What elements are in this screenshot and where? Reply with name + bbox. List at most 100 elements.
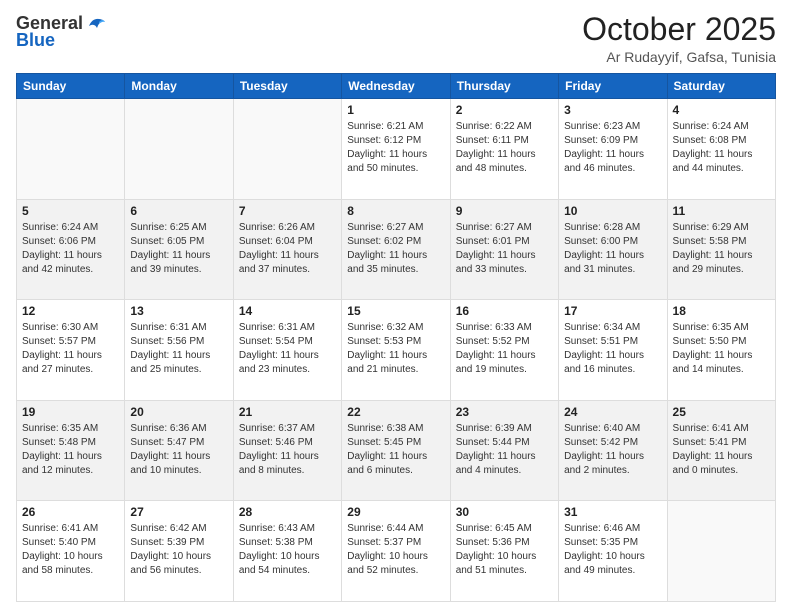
day-number: 15 — [347, 304, 444, 318]
day-number: 6 — [130, 204, 227, 218]
sunrise-info: Sunrise: 6:37 AM — [239, 423, 315, 434]
day-info-continuation: and 19 minutes. — [456, 364, 527, 375]
location-title: Ar Rudayyif, Gafsa, Tunisia — [582, 49, 776, 65]
table-row: 5 Sunrise: 6:24 AMSunset: 6:06 PMDaylight… — [17, 199, 125, 300]
calendar-row: 19 Sunrise: 6:35 AMSunset: 5:48 PMDayligh… — [17, 400, 776, 501]
day-info: Sunrise: 6:24 AMSunset: 6:06 PMDaylight:… — [22, 221, 119, 277]
daylight-hours: Daylight: 11 hours — [564, 451, 644, 462]
day-info: Sunrise: 6:35 AMSunset: 5:48 PMDaylight:… — [22, 422, 119, 478]
sunset-info: Sunset: 6:00 PM — [564, 236, 638, 247]
page: General Blue October 2025 Ar Rudayyif, G… — [0, 0, 792, 612]
table-row: 7 Sunrise: 6:26 AMSunset: 6:04 PMDaylight… — [233, 199, 341, 300]
table-row: 6Sunrise: 6:25 AMSunset: 6:05 PMDaylight… — [125, 199, 233, 300]
day-number: 11 — [673, 204, 770, 218]
day-info: Sunrise: 6:28 AMSunset: 6:00 PMDaylight:… — [564, 221, 661, 277]
daylight-hours: Daylight: 11 hours — [239, 350, 319, 361]
sunset-info: Sunset: 6:08 PM — [673, 135, 747, 146]
day-info: Sunrise: 6:26 AMSunset: 6:04 PMDaylight:… — [239, 221, 336, 277]
daylight-hours: Daylight: 11 hours — [564, 350, 644, 361]
day-number: 5 — [22, 204, 119, 218]
day-info: Sunrise: 6:41 AMSunset: 5:41 PMDaylight:… — [673, 422, 770, 478]
day-info: Sunrise: 6:33 AMSunset: 5:52 PMDaylight:… — [456, 321, 553, 377]
day-number: 19 — [22, 405, 119, 419]
logo-blue-text: Blue — [16, 30, 55, 51]
day-number: 13 — [130, 304, 227, 318]
logo: General Blue — [16, 12, 107, 51]
table-row: 2Sunrise: 6:22 AMSunset: 6:11 PMDaylight… — [450, 99, 558, 200]
table-row: 24Sunrise: 6:40 AMSunset: 5:42 PMDayligh… — [559, 400, 667, 501]
daylight-hours: Daylight: 11 hours — [564, 149, 644, 160]
day-number: 1 — [347, 103, 444, 117]
day-info: Sunrise: 6:38 AMSunset: 5:45 PMDaylight:… — [347, 422, 444, 478]
sunset-info: Sunset: 6:12 PM — [347, 135, 421, 146]
daylight-hours: Daylight: 10 hours — [130, 551, 211, 562]
day-info-continuation: and 49 minutes. — [564, 565, 635, 576]
calendar-table: Sunday Monday Tuesday Wednesday Thursday… — [16, 73, 776, 602]
table-row: 8 Sunrise: 6:27 AMSunset: 6:02 PMDaylight… — [342, 199, 450, 300]
day-number: 7 — [239, 204, 336, 218]
table-row: 30Sunrise: 6:45 AMSunset: 5:36 PMDayligh… — [450, 501, 558, 602]
table-row: 25Sunrise: 6:41 AMSunset: 5:41 PMDayligh… — [667, 400, 775, 501]
sunrise-info: Sunrise: 6:27 AM — [456, 222, 532, 233]
sunset-info: Sunset: 5:37 PM — [347, 537, 421, 548]
sunrise-info: Sunrise: 6:29 AM — [673, 222, 749, 233]
sunrise-info: Sunrise: 6:39 AM — [456, 423, 532, 434]
day-info: Sunrise: 6:23 AMSunset: 6:09 PMDaylight:… — [564, 120, 661, 176]
daylight-hours: Daylight: 11 hours — [239, 451, 319, 462]
table-row: 31Sunrise: 6:46 AMSunset: 5:35 PMDayligh… — [559, 501, 667, 602]
sunrise-info: Sunrise: 6:46 AM — [564, 523, 640, 534]
table-row: 23Sunrise: 6:39 AMSunset: 5:44 PMDayligh… — [450, 400, 558, 501]
sunset-info: Sunset: 5:48 PM — [22, 437, 96, 448]
sunset-info: Sunset: 5:36 PM — [456, 537, 530, 548]
calendar-row: 1Sunrise: 6:21 AMSunset: 6:12 PMDaylight… — [17, 99, 776, 200]
daylight-hours: Daylight: 10 hours — [564, 551, 645, 562]
day-number: 10 — [564, 204, 661, 218]
sunrise-info: Sunrise: 6:30 AM — [22, 322, 98, 333]
sunrise-info: Sunrise: 6:27 AM — [347, 222, 423, 233]
sunset-info: Sunset: 5:45 PM — [347, 437, 421, 448]
daylight-hours: Daylight: 11 hours — [22, 350, 102, 361]
day-info-continuation: and 25 minutes. — [130, 364, 201, 375]
calendar-row: 5 Sunrise: 6:24 AMSunset: 6:06 PMDaylight… — [17, 199, 776, 300]
day-info: Sunrise: 6:30 AMSunset: 5:57 PMDaylight:… — [22, 321, 119, 377]
day-number: 26 — [22, 505, 119, 519]
col-tuesday: Tuesday — [233, 74, 341, 99]
day-number: 30 — [456, 505, 553, 519]
sunset-info: Sunset: 6:05 PM — [130, 236, 204, 247]
daylight-hours: Daylight: 11 hours — [456, 149, 536, 160]
col-thursday: Thursday — [450, 74, 558, 99]
day-info-continuation: and 52 minutes. — [347, 565, 418, 576]
day-info-continuation: and 39 minutes. — [130, 264, 201, 275]
daylight-hours: Daylight: 11 hours — [347, 250, 427, 261]
sunrise-info: Sunrise: 6:36 AM — [130, 423, 206, 434]
sunrise-info: Sunrise: 6:40 AM — [564, 423, 640, 434]
daylight-hours: Daylight: 11 hours — [347, 451, 427, 462]
sunset-info: Sunset: 6:04 PM — [239, 236, 313, 247]
day-number: 8 — [347, 204, 444, 218]
daylight-hours: Daylight: 11 hours — [673, 451, 753, 462]
table-row: 14Sunrise: 6:31 AMSunset: 5:54 PMDayligh… — [233, 300, 341, 401]
day-info-continuation: and 2 minutes. — [564, 465, 630, 476]
daylight-hours: Daylight: 10 hours — [347, 551, 428, 562]
daylight-hours: Daylight: 11 hours — [347, 350, 427, 361]
day-info: Sunrise: 6:36 AMSunset: 5:47 PMDaylight:… — [130, 422, 227, 478]
day-info-continuation: and 42 minutes. — [22, 264, 93, 275]
daylight-hours: Daylight: 11 hours — [130, 350, 210, 361]
day-info-continuation: and 50 minutes. — [347, 163, 418, 174]
daylight-hours: Daylight: 11 hours — [673, 250, 753, 261]
table-row: 20Sunrise: 6:36 AMSunset: 5:47 PMDayligh… — [125, 400, 233, 501]
day-info-continuation: and 27 minutes. — [22, 364, 93, 375]
table-row: 19 Sunrise: 6:35 AMSunset: 5:48 PMDayligh… — [17, 400, 125, 501]
table-row: 28Sunrise: 6:43 AMSunset: 5:38 PMDayligh… — [233, 501, 341, 602]
day-info-continuation: and 51 minutes. — [456, 565, 527, 576]
day-number: 24 — [564, 405, 661, 419]
daylight-hours: Daylight: 11 hours — [22, 250, 102, 261]
sunset-info: Sunset: 5:51 PM — [564, 336, 638, 347]
sunset-info: Sunset: 5:35 PM — [564, 537, 638, 548]
sunrise-info: Sunrise: 6:31 AM — [130, 322, 206, 333]
sunset-info: Sunset: 6:06 PM — [22, 236, 96, 247]
day-info-continuation: and 14 minutes. — [673, 364, 744, 375]
day-info: Sunrise: 6:27 AMSunset: 6:02 PMDaylight:… — [347, 221, 444, 277]
table-row: 10 Sunrise: 6:28 AMSunset: 6:00 PMDayligh… — [559, 199, 667, 300]
day-info-continuation: and 6 minutes. — [347, 465, 413, 476]
